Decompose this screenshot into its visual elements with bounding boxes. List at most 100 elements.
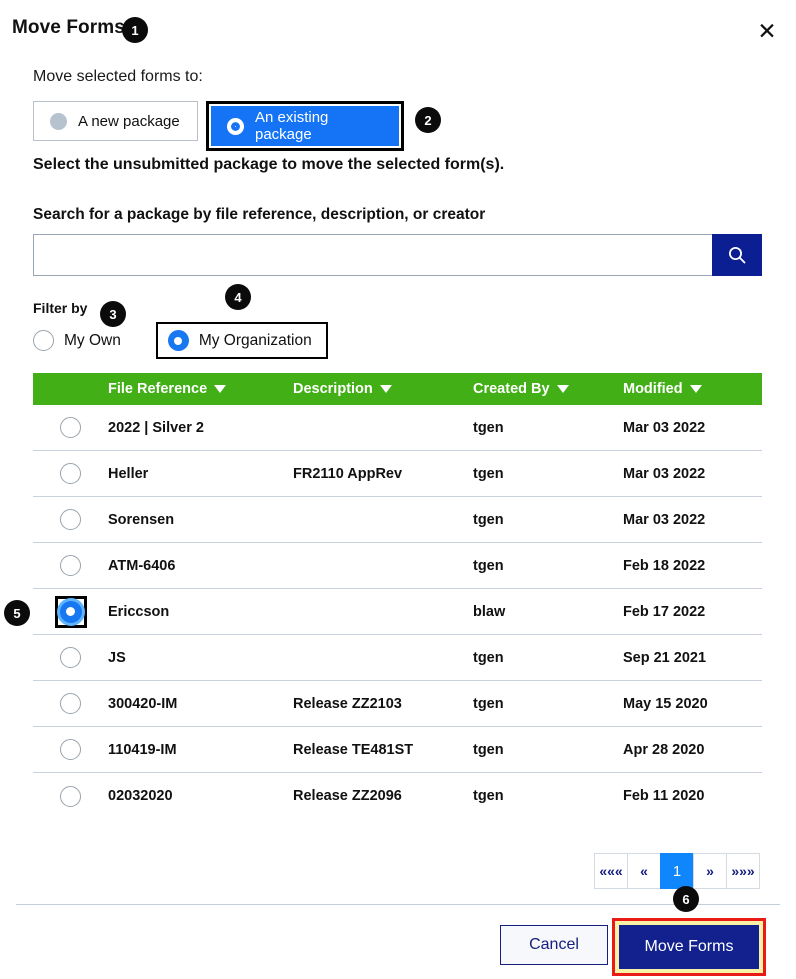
move-forms-highlight: Move Forms — [612, 918, 766, 976]
radio-unselected-icon[interactable] — [60, 785, 81, 807]
callout-badge-5: 5 — [4, 600, 30, 626]
column-header-file-reference[interactable]: File Reference — [108, 381, 293, 397]
row-select-cell[interactable] — [33, 785, 108, 807]
cell-modified: Apr 28 2020 — [623, 741, 705, 758]
cell-description: Release ZZ2096 — [293, 788, 402, 804]
pagination-prev-button[interactable]: « — [627, 853, 661, 889]
cell-modified: May 15 2020 — [623, 695, 708, 712]
cell-file-reference: Sorensen — [108, 511, 175, 528]
table-row[interactable]: ATM-6406 tgen Feb 18 2022 — [33, 543, 762, 589]
pagination-page-1[interactable]: 1 — [660, 853, 694, 889]
caret-down-icon — [556, 385, 569, 393]
cell-created-by: tgen — [473, 649, 504, 666]
cell-modified: Mar 03 2022 — [623, 419, 706, 436]
cell-file-reference: JS — [108, 649, 126, 666]
radio-unselected-icon[interactable] — [60, 509, 81, 530]
radio-unselected-icon[interactable] — [60, 463, 81, 484]
search-icon — [729, 247, 746, 264]
cell-modified: Feb 18 2022 — [623, 557, 706, 574]
callout-badge-1: 1 — [122, 17, 148, 43]
row-select-cell[interactable] — [33, 463, 108, 484]
option-existing-package-label: An existing package — [255, 109, 329, 143]
cell-created-by: tgen — [473, 511, 504, 528]
table-row[interactable]: 2022 | Silver 2 tgen Mar 03 2022 — [33, 405, 762, 451]
table-row[interactable]: 300420-IM Release ZZ2103 tgen May 15 2020 — [33, 681, 762, 727]
column-header-created-by[interactable]: Created By — [473, 381, 623, 397]
radio-unselected-icon[interactable] — [60, 417, 81, 438]
move-forms-button[interactable]: Move Forms — [619, 925, 759, 969]
radio-unselected-icon[interactable] — [60, 647, 81, 668]
cancel-button[interactable]: Cancel — [500, 925, 608, 965]
existing-package-highlight: An existing package — [206, 101, 404, 151]
radio-selected-icon — [227, 117, 244, 135]
cell-file-reference: 300420-IM — [108, 695, 178, 712]
cell-file-reference: ATM-6406 — [108, 557, 176, 574]
search-input[interactable] — [33, 234, 712, 276]
cell-file-reference: 110419-IM — [108, 741, 177, 758]
table-row[interactable]: Ericcson blaw Feb 17 2022 — [33, 589, 762, 635]
cell-created-by: tgen — [473, 788, 504, 804]
filter-option-my-organization[interactable]: My Organization — [167, 330, 312, 351]
cell-created-by: blaw — [473, 603, 506, 620]
row-select-cell[interactable] — [33, 417, 108, 438]
row-select-cell[interactable] — [33, 555, 108, 576]
pagination: ««« « 1 » »»» — [594, 853, 760, 889]
destination-toggle: A new package An existing package — [33, 101, 404, 151]
cell-modified: Feb 11 2020 — [623, 788, 705, 804]
cell-created-by: tgen — [473, 741, 504, 758]
column-header-modified-label: Modified — [623, 381, 683, 397]
cell-created-by: tgen — [473, 465, 504, 482]
table-row[interactable]: Sorensen tgen Mar 03 2022 — [33, 497, 762, 543]
table-row[interactable]: 110419-IM Release TE481ST tgen Apr 28 2020 — [33, 727, 762, 773]
cell-file-reference: Ericcson — [108, 603, 170, 620]
caret-down-icon — [214, 385, 227, 393]
move-to-label: Move selected forms to: — [33, 68, 203, 85]
radio-unselected-icon[interactable] — [60, 693, 81, 714]
radio-unselected-icon[interactable] — [60, 739, 81, 760]
column-header-file-reference-label: File Reference — [108, 381, 208, 397]
filter-radio-group: My Own My Organization — [33, 322, 328, 359]
cell-description: FR2110 AppRev — [293, 465, 403, 482]
search-button[interactable] — [712, 234, 762, 276]
row-select-cell[interactable] — [33, 693, 108, 714]
pagination-next-button[interactable]: » — [693, 853, 727, 889]
table-row[interactable]: 02032020 Release ZZ2096 tgen Feb 11 2020 — [33, 773, 762, 819]
cell-created-by: tgen — [473, 695, 504, 712]
radio-unselected-icon[interactable] — [60, 555, 81, 576]
radio-selected-icon[interactable] — [59, 600, 82, 623]
column-header-created-by-label: Created By — [473, 381, 550, 397]
filter-option-my-own-label: My Own — [64, 331, 121, 349]
cell-created-by: tgen — [473, 419, 504, 436]
radio-unselected-icon — [33, 330, 54, 351]
search-label: Search for a package by file reference, … — [33, 206, 486, 223]
table-row[interactable]: JS tgen Sep 21 2021 — [33, 635, 762, 681]
option-existing-package[interactable]: An existing package — [211, 106, 399, 146]
move-forms-dialog: Move Forms 1 ✕ Move selected forms to: A… — [0, 0, 796, 979]
caret-down-icon — [379, 385, 392, 393]
cell-created-by: tgen — [473, 557, 504, 574]
select-package-instruction: Select the unsubmitted package to move t… — [33, 156, 505, 173]
cell-file-reference: 02032020 — [108, 788, 173, 804]
close-icon[interactable]: ✕ — [752, 16, 782, 46]
row-select-cell[interactable] — [33, 595, 108, 628]
row-select-cell[interactable] — [33, 509, 108, 530]
footer-divider — [16, 904, 780, 905]
radio-selected-icon — [167, 330, 189, 351]
option-new-package[interactable]: A new package — [33, 101, 198, 141]
callout-badge-3: 3 — [100, 301, 126, 327]
my-organization-highlight: My Organization — [155, 322, 328, 359]
pagination-last-button[interactable]: »»» — [726, 853, 760, 889]
column-header-description[interactable]: Description — [293, 381, 473, 397]
radio-unselected-icon — [50, 112, 67, 130]
caret-down-icon — [689, 385, 702, 393]
cell-file-reference: Heller — [108, 465, 149, 482]
row-select-cell[interactable] — [33, 647, 108, 668]
cell-description: Release ZZ2103 — [293, 695, 402, 712]
search-row — [33, 234, 762, 276]
row-select-cell[interactable] — [33, 739, 108, 760]
filter-option-my-own[interactable]: My Own — [33, 330, 121, 351]
table-row[interactable]: Heller FR2110 AppRev tgen Mar 03 2022 — [33, 451, 762, 497]
pagination-first-button[interactable]: ««« — [594, 853, 628, 889]
packages-table: File Reference Description Created By Mo… — [33, 373, 762, 819]
column-header-modified[interactable]: Modified — [623, 381, 762, 397]
